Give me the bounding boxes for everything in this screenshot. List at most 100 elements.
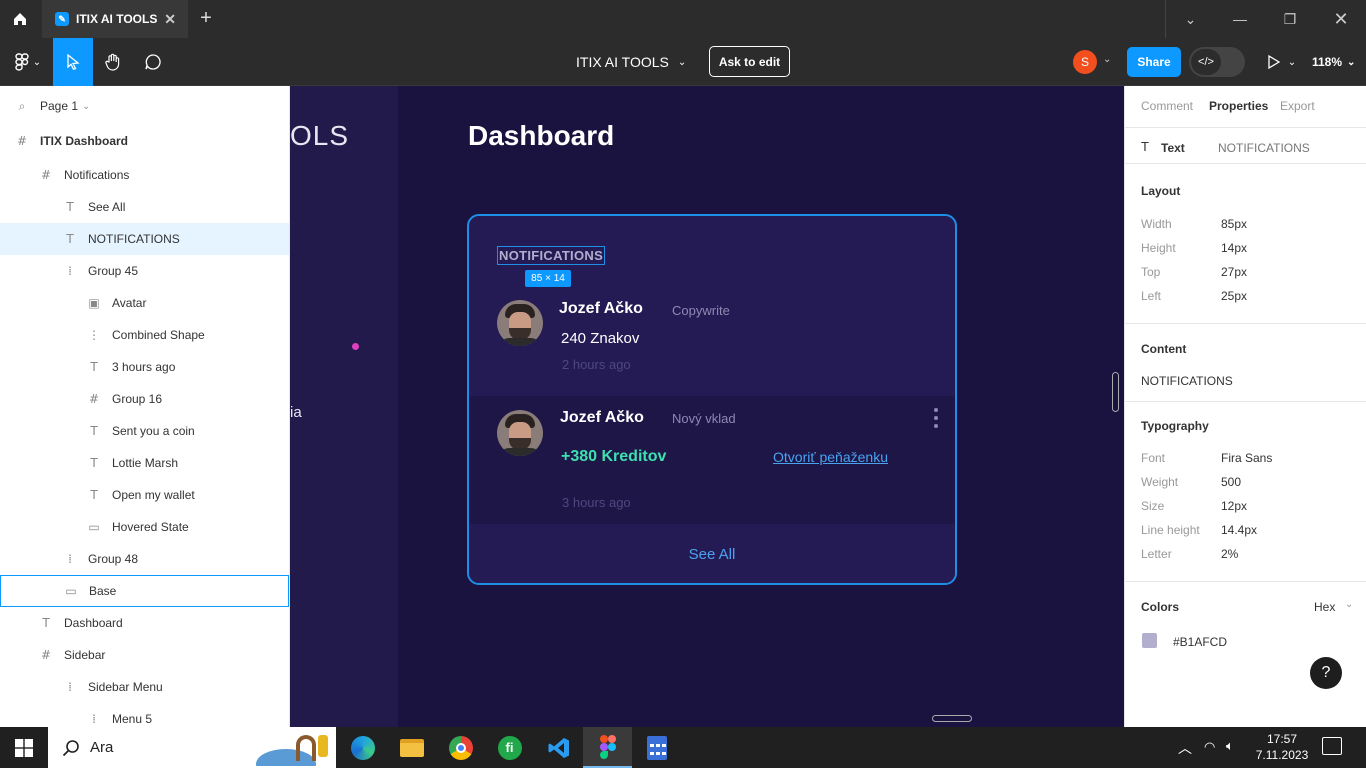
vertical-scrollbar[interactable] xyxy=(1112,372,1119,412)
search-icon[interactable]: ⌕ xyxy=(16,99,28,114)
new-tab-button[interactable]: + xyxy=(196,7,216,30)
taskbar-search[interactable]: Ara xyxy=(48,727,336,768)
weight-value[interactable]: 500 xyxy=(1221,475,1241,489)
layer-row[interactable]: T Sent you a coin xyxy=(0,415,289,447)
color-format-select[interactable]: Hex xyxy=(1314,600,1335,614)
notifications-card[interactable]: NOTIFICATIONS 85 × 14 Jozef Ačko Copywri… xyxy=(467,214,957,585)
file-tab[interactable]: ✎ ITIX AI TOOLS ✕ xyxy=(42,0,188,38)
fi-icon: fi xyxy=(497,735,522,760)
layer-row[interactable]: ▭ Base xyxy=(0,575,289,607)
play-icon xyxy=(1268,55,1280,69)
height-value[interactable]: 14px xyxy=(1221,241,1247,255)
more-options-icon[interactable] xyxy=(934,408,938,430)
line-height-value[interactable]: 14.4px xyxy=(1221,523,1257,537)
layer-row[interactable]: T Lottie Marsh xyxy=(0,447,289,479)
calculator-app[interactable] xyxy=(632,727,681,768)
layer-row[interactable]: # ITIX Dashboard xyxy=(0,125,289,157)
start-button[interactable] xyxy=(0,727,48,768)
toolbar: ⌄ ITIX AI TOOLS ⌄ Ask to edit S ⌄ Share … xyxy=(0,38,1366,86)
chrome-app[interactable] xyxy=(436,727,485,768)
search-text: Ara xyxy=(90,739,114,756)
home-button[interactable] xyxy=(0,0,40,38)
minimize-button[interactable]: — xyxy=(1215,0,1265,38)
speaker-icon[interactable]: 🔈︎ xyxy=(1226,738,1234,754)
tab-export[interactable]: Export xyxy=(1280,99,1315,113)
chevron-down-icon[interactable]: ⌄ xyxy=(1103,54,1111,65)
vscode-app[interactable] xyxy=(534,727,583,768)
layout-title: Layout xyxy=(1141,184,1181,198)
layer-row[interactable]: T Open my wallet xyxy=(0,479,289,511)
sidebar-frame[interactable] xyxy=(290,86,398,727)
layer-row[interactable]: T 3 hours ago xyxy=(0,351,289,383)
top-value[interactable]: 27px xyxy=(1221,265,1247,279)
font-label: Font xyxy=(1141,451,1166,465)
layer-row[interactable]: ⁞ Group 48 xyxy=(0,543,289,575)
credit-amount: +380 Kreditov xyxy=(561,448,667,465)
page-title[interactable]: Dashboard xyxy=(468,120,614,152)
open-wallet-link[interactable]: Otvoriť peňaženku xyxy=(773,449,888,465)
edge-app[interactable] xyxy=(338,727,387,768)
wifi-icon[interactable]: ◠ xyxy=(1204,739,1215,755)
layer-row[interactable]: ⋮ Combined Shape xyxy=(0,319,289,351)
chevron-up-icon[interactable]: ︿ xyxy=(1178,738,1192,758)
font-value[interactable]: Fira Sans xyxy=(1221,451,1272,465)
notification-item[interactable]: Jozef Ačko Nový vklad +380 Kreditov Otvo… xyxy=(469,396,955,524)
fi-app[interactable]: fi xyxy=(485,727,534,768)
tab-comment[interactable]: Comment xyxy=(1141,99,1193,113)
share-button[interactable]: Share xyxy=(1127,47,1181,77)
zoom-menu[interactable]: 118% ⌄ xyxy=(1312,38,1355,86)
see-all-button[interactable]: See All xyxy=(469,524,955,583)
main-menu-button[interactable]: ⌄ xyxy=(8,38,48,86)
layer-row[interactable]: # Notifications xyxy=(0,159,289,191)
hand-tool-button[interactable] xyxy=(93,38,133,86)
top-label: Top xyxy=(1141,265,1161,279)
layer-row[interactable]: # Sidebar xyxy=(0,639,289,671)
layer-label: NOTIFICATIONS xyxy=(88,232,180,246)
layer-row[interactable]: ⁞ Menu 5 xyxy=(0,703,289,727)
layer-label: Group 48 xyxy=(88,552,139,566)
chevron-down-icon[interactable]: ⌄ xyxy=(1165,0,1215,38)
horizontal-scrollbar[interactable] xyxy=(932,715,972,722)
notification-item[interactable]: Jozef Ačko Copywrite 240 Znakov 2 hours … xyxy=(469,288,955,396)
close-tab-icon[interactable]: ✕ xyxy=(164,11,176,28)
layer-row[interactable]: T NOTIFICATIONS xyxy=(0,223,289,255)
move-tool-button[interactable] xyxy=(53,38,93,86)
design-canvas[interactable]: OLS ia Dashboard NOTIFICATIONS 85 × 14 J… xyxy=(290,86,1124,727)
layer-row[interactable]: T Dashboard xyxy=(0,607,289,639)
height-label: Height xyxy=(1141,241,1176,255)
layer-row[interactable]: ⁞ Sidebar Menu xyxy=(0,671,289,703)
chevron-down-icon: ⌄ xyxy=(32,56,42,68)
layer-label: 3 hours ago xyxy=(112,360,176,374)
width-value[interactable]: 85px xyxy=(1221,217,1247,231)
width-label: Width xyxy=(1141,217,1172,231)
frame-icon: # xyxy=(40,168,52,182)
file-explorer-app[interactable] xyxy=(387,727,436,768)
restore-button[interactable]: ❐ xyxy=(1265,0,1315,38)
dev-mode-toggle[interactable]: </> xyxy=(1189,47,1245,77)
color-hex-value[interactable]: #B1AFCD xyxy=(1173,635,1227,649)
notifications-label[interactable]: NOTIFICATIONS xyxy=(497,246,606,265)
user-avatar[interactable]: S xyxy=(1073,50,1097,74)
system-clock[interactable]: 17:57 7.11.2023 xyxy=(1249,731,1315,763)
tab-properties[interactable]: Properties xyxy=(1209,99,1268,113)
color-swatch[interactable] xyxy=(1142,633,1157,648)
layer-row[interactable]: T See All xyxy=(0,191,289,223)
help-button[interactable]: ? xyxy=(1310,657,1342,689)
left-value[interactable]: 25px xyxy=(1221,289,1247,303)
ask-to-edit-button[interactable]: Ask to edit xyxy=(709,46,790,77)
notification-center-icon[interactable] xyxy=(1322,737,1342,755)
layer-row[interactable]: ⁞ Group 45 xyxy=(0,255,289,287)
layer-row[interactable]: ▣ Avatar xyxy=(0,287,289,319)
size-value[interactable]: 12px xyxy=(1221,499,1247,513)
present-button[interactable]: ⌄ xyxy=(1262,38,1302,86)
close-window-button[interactable]: ✕ xyxy=(1316,0,1366,38)
comment-tool-button[interactable] xyxy=(133,38,173,86)
letter-spacing-value[interactable]: 2% xyxy=(1221,547,1238,561)
page-selector[interactable]: ⌕ Page 1 ⌄ xyxy=(0,90,289,122)
layer-row[interactable]: # Group 16 xyxy=(0,383,289,415)
figma-app[interactable] xyxy=(583,727,632,768)
file-name-menu[interactable]: ITIX AI TOOLS ⌄ xyxy=(560,38,686,86)
content-value[interactable]: NOTIFICATIONS xyxy=(1141,374,1233,388)
windows-taskbar: Ara fi ︿ ◠ 🔈︎ 17:57 7.11.2023 xyxy=(0,727,1366,768)
layer-row[interactable]: ▭ Hovered State xyxy=(0,511,289,543)
